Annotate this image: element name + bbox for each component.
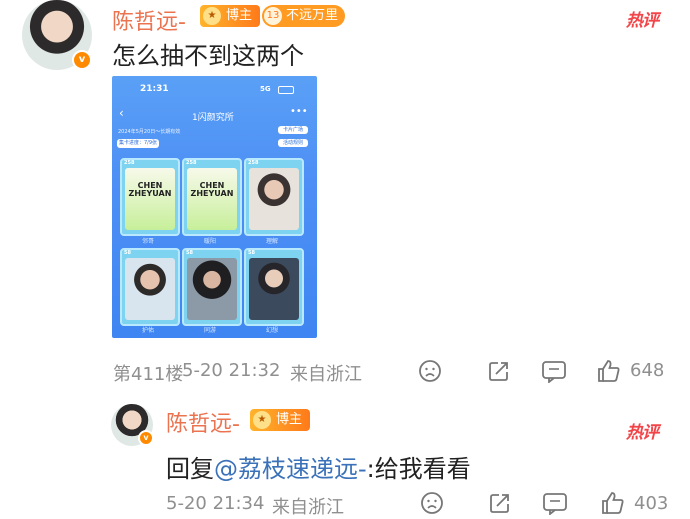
reply-hot-tag: 热评 <box>626 423 659 443</box>
reply-emoji-icon[interactable] <box>420 491 444 515</box>
reply-text: 回复@荔枝速递远-:给我看看 <box>166 449 471 484</box>
comment-location: 来自浙江 <box>290 364 362 385</box>
card-label-4: 护佑 <box>141 327 154 334</box>
emoji-icon[interactable] <box>418 359 442 383</box>
floor-number: 第411楼 <box>113 364 184 385</box>
reply-like-count: 403 <box>634 493 669 514</box>
crown-icon: ★ <box>203 7 221 25</box>
photo-card-4[interactable]: 58 <box>120 248 180 326</box>
reply-comment-icon[interactable] <box>542 491 568 515</box>
level-number: 13 <box>264 7 282 25</box>
photo-card-3[interactable]: 258 <box>244 158 304 236</box>
comment-text: 怎么抽不到这两个 <box>112 42 304 70</box>
photo-card-5[interactable]: 58 <box>182 248 242 326</box>
comment-time: 5-20 21:32 <box>182 360 281 381</box>
photo-card-2[interactable]: 258 CHEN ZHEYUAN <box>182 158 242 236</box>
phone-page-title: 1闪颜究所 <box>192 113 234 123</box>
reply-username[interactable]: 陈哲远- <box>166 406 240 438</box>
event-dates: 2024年5月20日～长期有效 <box>118 129 181 135</box>
card-logo: CHEN ZHEYUAN <box>128 181 172 198</box>
card-label-1: 邻哥 <box>141 238 154 245</box>
reply-blogger-badge: ★ 博主 <box>250 409 311 431</box>
verified-icon: v <box>72 50 92 70</box>
card-label-6: 幻想 <box>265 327 278 334</box>
share-icon[interactable] <box>487 359 511 383</box>
reply-share-icon[interactable] <box>488 491 512 515</box>
rules-chip[interactable]: 活动规则 <box>278 139 308 147</box>
reply-verified-icon: v <box>138 430 154 446</box>
phone-status-signal: 5G <box>260 85 271 93</box>
photo-card-1[interactable]: 258 CHEN ZHEYUAN <box>120 158 180 236</box>
hot-comment-tag: 热评 <box>626 11 659 31</box>
username[interactable]: 陈哲远- <box>112 4 186 36</box>
crown-icon: ★ <box>253 411 271 429</box>
card-square-chip[interactable]: 卡片广场 <box>278 126 308 134</box>
photo-card-6[interactable]: 58 <box>244 248 304 326</box>
card-label-3: 理解 <box>265 238 278 245</box>
reply-body: :给我看看 <box>366 455 471 483</box>
more-icon[interactable]: ••• <box>290 106 308 117</box>
reply-prefix: 回复 <box>166 455 214 483</box>
fan-level-badge: 13 不远万里 <box>262 5 346 27</box>
reply-like-icon[interactable] <box>600 490 626 516</box>
card-label-5: 同游 <box>203 327 216 334</box>
reply-location: 来自浙江 <box>272 497 344 518</box>
card-label-2: 暖阳 <box>203 238 216 245</box>
comment-icon[interactable] <box>541 359 567 383</box>
like-count: 648 <box>630 360 665 381</box>
blogger-badge: ★ 博主 <box>200 5 261 27</box>
mention-link[interactable]: @荔枝速递远- <box>214 455 367 483</box>
back-icon[interactable]: ‹ <box>119 106 124 120</box>
battery-icon <box>278 86 294 94</box>
reply-time: 5-20 21:34 <box>166 493 265 514</box>
card-logo: CHEN ZHEYUAN <box>190 181 234 198</box>
phone-status-time: 21:31 <box>140 84 169 94</box>
attached-image[interactable]: 21:31 5G ‹ 1闪颜究所 ••• 2024年5月20日～长期有效 卡片广… <box>112 76 317 338</box>
progress-chip: 集卡进度：7/9张 <box>117 139 159 148</box>
like-icon[interactable] <box>596 358 622 384</box>
